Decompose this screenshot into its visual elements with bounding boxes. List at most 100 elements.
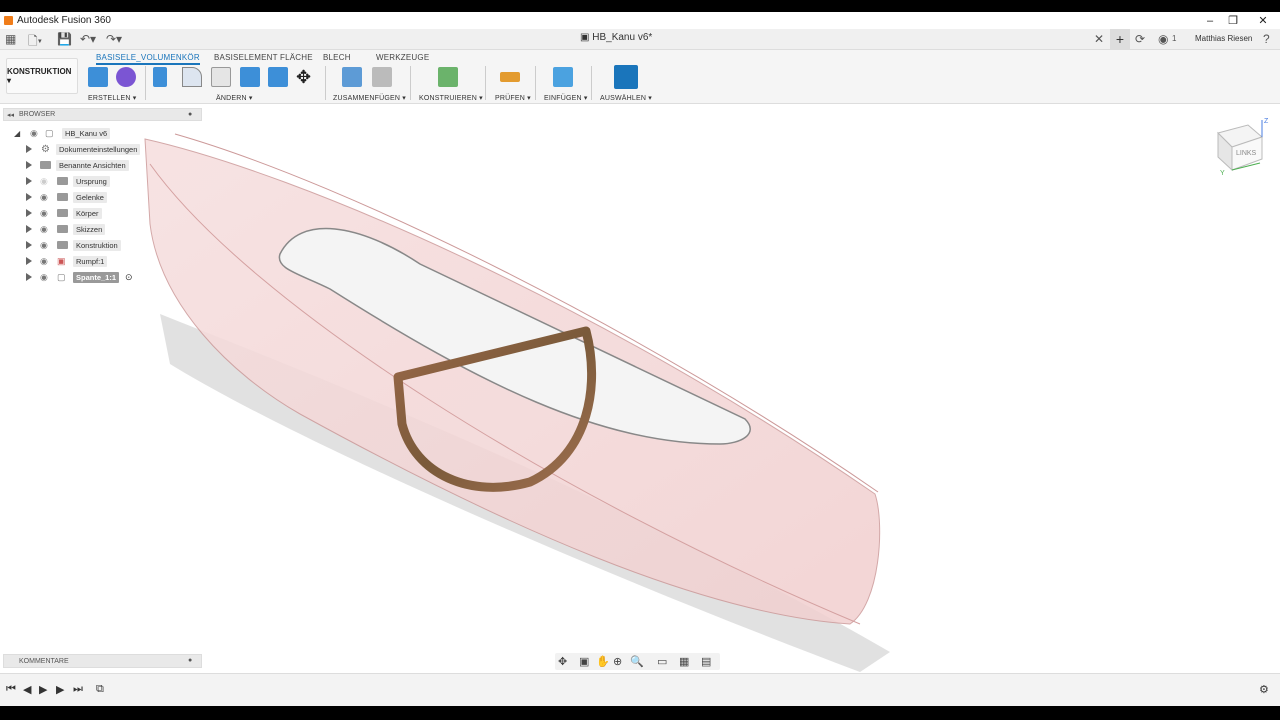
add-comment-icon[interactable]: ● xyxy=(188,657,192,664)
group-create[interactable]: ERSTELLEN ▾ xyxy=(88,94,137,102)
measure-icon[interactable] xyxy=(500,72,520,82)
display-settings-icon[interactable]: ▭ xyxy=(657,655,667,668)
job-status-icon[interactable]: ◉ xyxy=(1158,32,1168,46)
expand-icon[interactable] xyxy=(26,209,32,217)
tree-item[interactable]: ◉ Ursprung xyxy=(24,174,204,188)
timeline: ⏮ ◀ ▶ ▶ ⏭ ⧉ ⚙ xyxy=(0,673,1280,706)
select-icon[interactable] xyxy=(614,65,638,89)
component-icon: ▢ xyxy=(45,127,54,138)
shell-icon[interactable] xyxy=(211,67,231,87)
gear-icon: ⚙ xyxy=(41,143,50,155)
group-modify[interactable]: ÄNDERN ▾ xyxy=(216,94,253,102)
tree-item[interactable]: ◉ Skizzen xyxy=(24,222,204,236)
eye-hidden-icon[interactable]: ◉ xyxy=(40,176,48,187)
expand-icon[interactable]: ◢ xyxy=(14,129,20,138)
expand-icon[interactable] xyxy=(26,273,32,281)
press-pull-icon[interactable] xyxy=(153,67,167,87)
expand-icon[interactable] xyxy=(26,193,32,201)
group-select[interactable]: AUSWÄHLEN ▾ xyxy=(600,94,652,102)
fit-icon[interactable]: 🔍 xyxy=(630,655,644,668)
tree-item-selected[interactable]: ◉ ▢ Spante_1:1 ⊙ xyxy=(24,270,204,284)
expand-icon[interactable] xyxy=(26,241,32,249)
view-cube[interactable]: LINKS Z Y xyxy=(1210,115,1270,175)
viewports-icon[interactable]: ▤ xyxy=(701,655,711,668)
insert-image-icon[interactable] xyxy=(553,67,573,87)
new-tab-button[interactable]: + xyxy=(1110,29,1130,50)
pan-icon[interactable]: ✋ xyxy=(596,655,610,668)
workspace-switcher[interactable]: KONSTRUKTION ▾ xyxy=(6,58,78,94)
undo-icon[interactable]: ↶▾ xyxy=(80,32,96,46)
tab-sheet-metal[interactable]: BLECH xyxy=(323,53,351,62)
look-at-icon[interactable]: ▣ xyxy=(579,655,589,668)
expand-icon[interactable] xyxy=(26,145,32,153)
eye-icon[interactable]: ◉ xyxy=(40,256,48,267)
new-component-icon[interactable] xyxy=(88,67,108,87)
group-assemble[interactable]: ZUSAMMENFÜGEN ▾ xyxy=(333,94,406,102)
tab-surface[interactable]: BASISELEMENT FLÄCHE xyxy=(214,53,313,62)
tree-item[interactable]: ◉ ▣ Rumpf:1 xyxy=(24,254,204,268)
step-back-icon[interactable]: ◀ xyxy=(23,683,31,696)
timeline-settings-icon[interactable]: ⚙ xyxy=(1259,683,1269,696)
tree-item[interactable]: ◉ Gelenke xyxy=(24,190,204,204)
tree-item[interactable]: ⚙ Dokumenteinstellungen xyxy=(24,142,204,156)
collapse-icon[interactable]: ◂◂ xyxy=(7,111,14,119)
eye-icon[interactable]: ◉ xyxy=(40,208,48,219)
eye-icon[interactable]: ◉ xyxy=(40,192,48,203)
eye-icon[interactable]: ◉ xyxy=(40,272,48,283)
document-tab[interactable]: ▣ HB_Kanu v6* xyxy=(580,32,652,43)
group-construct[interactable]: KONSTRUIEREN ▾ xyxy=(419,94,483,102)
group-inspect[interactable]: PRÜFEN ▾ xyxy=(495,94,531,102)
comments-panel[interactable]: KOMMENTARE ● xyxy=(3,654,202,668)
scale-icon[interactable] xyxy=(268,67,288,87)
restore-button[interactable]: ❐ xyxy=(1218,12,1248,29)
component-link-icon: ▣ xyxy=(57,255,66,266)
redo-icon[interactable]: ↷▾ xyxy=(106,32,122,46)
user-name[interactable]: Matthias Riesen xyxy=(1195,34,1252,43)
folder-icon xyxy=(57,241,68,249)
as-built-joint-icon[interactable] xyxy=(372,67,392,87)
offset-plane-icon[interactable] xyxy=(438,67,458,87)
expand-icon[interactable] xyxy=(26,225,32,233)
help-icon[interactable]: ? xyxy=(1263,32,1270,46)
step-forward-icon[interactable]: ▶ xyxy=(56,683,64,696)
tab-solid[interactable]: BASISELE_VOLUMENKÖR xyxy=(96,53,200,65)
tree-item[interactable]: ◉ Konstruktion xyxy=(24,238,204,252)
timeline-feature-icon[interactable]: ⧉ xyxy=(96,683,104,696)
component-icon: ▢ xyxy=(57,271,66,282)
combine-icon[interactable] xyxy=(240,67,260,87)
tree-item[interactable]: ◉ Körper xyxy=(24,206,204,220)
expand-icon[interactable] xyxy=(26,177,32,185)
separator xyxy=(145,66,146,100)
create-form-icon[interactable] xyxy=(116,67,136,87)
tree-item-label: Ursprung xyxy=(73,175,110,187)
zoom-icon[interactable]: ⊕ xyxy=(613,655,622,668)
play-icon[interactable]: ▶ xyxy=(39,683,47,696)
eye-icon[interactable]: ◉ xyxy=(40,240,48,251)
activate-radio-icon[interactable]: ⊙ xyxy=(125,272,133,283)
pin-icon[interactable]: ● xyxy=(188,111,192,118)
job-count: 1 xyxy=(1172,34,1177,43)
app-grid-icon[interactable]: ▦ xyxy=(5,32,16,46)
expand-icon[interactable] xyxy=(26,161,32,169)
tab-tools[interactable]: WERKZEUGE xyxy=(376,53,429,62)
grid-settings-icon[interactable]: ▦ xyxy=(679,655,689,668)
close-tab-icon[interactable]: ✕ xyxy=(1094,32,1104,46)
go-to-end-icon[interactable]: ⏭ xyxy=(73,683,83,696)
close-window-button[interactable]: ✕ xyxy=(1248,12,1278,29)
separator xyxy=(535,66,536,100)
move-icon[interactable]: ✥ xyxy=(296,67,311,88)
save-icon[interactable]: 💾 xyxy=(57,32,72,46)
group-insert[interactable]: EINFÜGEN ▾ xyxy=(544,94,588,102)
go-to-start-icon[interactable]: ⏮ xyxy=(6,683,16,696)
fillet-icon[interactable] xyxy=(182,67,202,87)
tree-item[interactable]: Benannte Ansichten xyxy=(24,158,204,172)
eye-icon[interactable]: ◉ xyxy=(40,224,48,235)
orbit-icon[interactable]: ✥ xyxy=(558,655,567,668)
expand-icon[interactable] xyxy=(26,257,32,265)
eye-icon[interactable]: ◉ xyxy=(30,128,38,139)
browser-header[interactable]: ◂◂ BROWSER ● xyxy=(3,108,202,121)
folder-icon xyxy=(57,193,68,201)
tree-root[interactable]: ◢ ◉ ▢ HB_Kanu v6 xyxy=(10,126,190,140)
new-joint-icon[interactable] xyxy=(342,67,362,87)
extensions-icon[interactable]: ⟳ xyxy=(1135,32,1145,46)
